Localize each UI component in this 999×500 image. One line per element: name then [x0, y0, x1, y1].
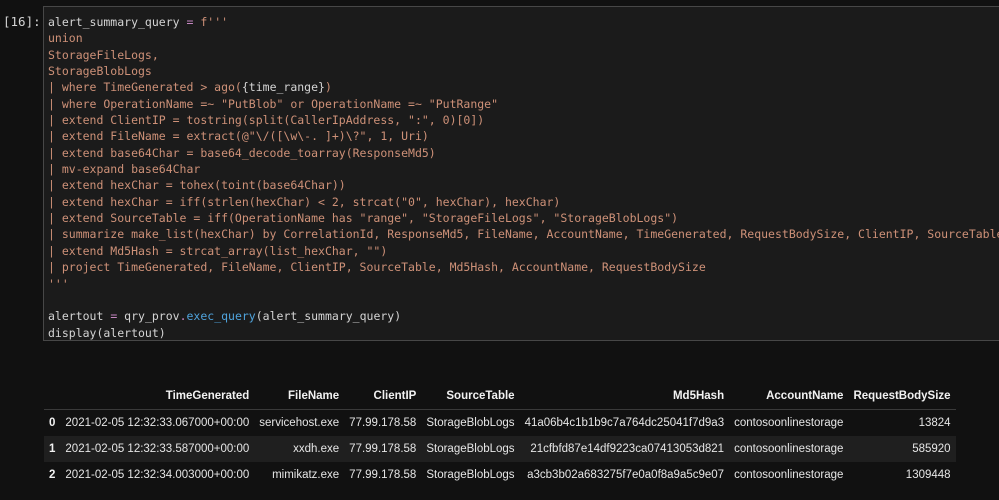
table-cell: 21cfbfd87e14df9223ca07413053d821 [530, 443, 725, 455]
code-token: qry_prov [117, 309, 180, 324]
code-token: f''' [193, 15, 229, 29]
table-cell: 41a06b4c1b1b9c7a764dc25041f7d9a3 [524, 417, 725, 429]
code-line: union [48, 30, 999, 46]
code-token: alert_summary_query [48, 15, 187, 29]
table-cell: 2021-02-05 12:32:33.587000+00:00 [65, 443, 250, 455]
code-line: display(alertout) [48, 325, 999, 341]
table-row: 1 2021-02-05 12:32:33.587000+00:00 xxdh.ex… [44, 436, 956, 462]
code-token: exec_query [186, 309, 256, 324]
code-token: | project TimeGenerated, FileName, Clien… [48, 260, 706, 275]
md5-hash-header: Md5Hash [519, 383, 730, 410]
code-line: StorageFileLogs, [48, 47, 999, 63]
file-name-header: FileName [254, 383, 345, 410]
table-cell: contosoonlinestorage [734, 443, 844, 455]
table-cell: StorageBlobLogs [426, 417, 515, 429]
code-line: alertout = qry_prov.exec_query(alert_sum… [48, 308, 999, 324]
output-dataframe-table: TimeGenerated FileName ClientIP SourceTable… [44, 383, 956, 488]
table-row: 2 2021-02-05 12:32:34.003000+00:00 mimikat… [44, 462, 956, 488]
table-cell: contosoonlinestorage [734, 417, 844, 429]
code-token: ''' [48, 276, 69, 291]
code-token: | extend base64Char = base64_decode_toar… [48, 145, 436, 160]
table-cell: 77.99.178.58 [349, 443, 417, 455]
code-token: | mv-expand base64Char [48, 162, 201, 177]
row-index: 1 [49, 443, 56, 455]
code-token: | summarize make_list(hexChar) by Correl… [48, 227, 999, 242]
table-cell: xxdh.exe [293, 443, 340, 455]
account-name-header: AccountName [729, 383, 849, 410]
table-cell: 1309448 [905, 469, 951, 481]
code-token: | where OperationName =~ "PutBlob" or Op… [48, 96, 499, 111]
code-line: | extend ClientIP = tostring(split(Calle… [48, 112, 999, 128]
source-table-header: SourceTable [421, 383, 520, 410]
table-cell: StorageBlobLogs [426, 443, 515, 455]
table-cell: 585920 [912, 443, 951, 455]
code-line: | extend hexChar = tohex(toint(base64Cha… [48, 177, 999, 193]
code-token: | extend Md5Hash = strcat_array(list_hex… [48, 243, 388, 258]
code-token: union [48, 31, 83, 46]
table-header-row: TimeGenerated FileName ClientIP SourceTable… [44, 383, 956, 410]
code-token: (alert_summary_query) [255, 309, 402, 324]
code-line: | extend SourceTable = iff(OperationName… [48, 210, 999, 226]
table-row: 0 2021-02-05 12:32:33.067000+00:00 service… [44, 409, 956, 436]
code-line: ''' [48, 276, 999, 292]
code-token: | extend hexChar = iff(strlen(hexChar) <… [48, 194, 561, 209]
table-cell: servicehost.exe [259, 417, 340, 429]
code-line: | extend FileName = extract(@"\/([\w\-. … [48, 128, 999, 144]
code-line: alert_summary_query = f''' [48, 14, 999, 30]
request-body-size-header: RequestBodySize [848, 383, 956, 410]
index-header [44, 383, 61, 410]
code-token: | extend ClientIP = tostring(split(Calle… [48, 113, 485, 128]
code-token: | where TimeGenerated > ago( [48, 80, 242, 95]
code-line: | extend hexChar = iff(strlen(hexChar) <… [48, 194, 999, 210]
code-token: alertout [48, 309, 111, 324]
row-index: 2 [49, 469, 56, 481]
cell-prompt: [16]: [3, 14, 41, 29]
code-token: | extend SourceTable = iff(OperationName… [48, 211, 679, 226]
table-cell: 77.99.178.58 [349, 469, 417, 481]
table-cell: mimikatz.exe [272, 469, 340, 481]
code-line: | mv-expand base64Char [48, 161, 999, 177]
code-line: | extend Md5Hash = strcat_array(list_hex… [48, 243, 999, 259]
code-line: | where TimeGenerated > ago({time_range}… [48, 79, 999, 95]
code-token: {time_range} [241, 80, 325, 95]
code-token: . [179, 309, 187, 324]
code-token: StorageBlobLogs [48, 64, 152, 79]
code-token: StorageFileLogs, [48, 47, 159, 62]
code-line: | extend base64Char = base64_decode_toar… [48, 145, 999, 161]
time-generated-header: TimeGenerated [60, 383, 255, 410]
row-index: 0 [49, 417, 56, 429]
client-ip-header: ClientIP [344, 383, 422, 410]
table-cell: 77.99.178.58 [349, 417, 417, 429]
code-line: | project TimeGenerated, FileName, Clien… [48, 259, 999, 275]
code-token: ) [324, 80, 332, 95]
code-token: | extend hexChar = tohex(toint(base64Cha… [48, 178, 346, 193]
table-cell: 2021-02-05 12:32:34.003000+00:00 [65, 469, 250, 481]
table-cell: 13824 [918, 417, 951, 429]
code-line: | where OperationName =~ "PutBlob" or Op… [48, 96, 999, 112]
code-token: display(alertout) [48, 325, 166, 340]
table-cell: contosoonlinestorage [734, 469, 844, 481]
code-cell-editor[interactable]: alert_summary_query = f''' union StorageFi… [43, 6, 999, 341]
table-cell: a3cb3b02a683275f7e0a0f8a9a5c9e07 [527, 469, 725, 481]
code-text[interactable]: alert_summary_query = f''' union StorageFi… [48, 14, 999, 341]
table-cell: 2021-02-05 12:32:33.067000+00:00 [65, 417, 250, 429]
code-token: | extend FileName = extract(@"\/([\w\-. … [48, 129, 429, 144]
code-line: StorageBlobLogs [48, 63, 999, 79]
code-line: | summarize make_list(hexChar) by Correl… [48, 226, 999, 242]
table-cell: StorageBlobLogs [426, 469, 515, 481]
